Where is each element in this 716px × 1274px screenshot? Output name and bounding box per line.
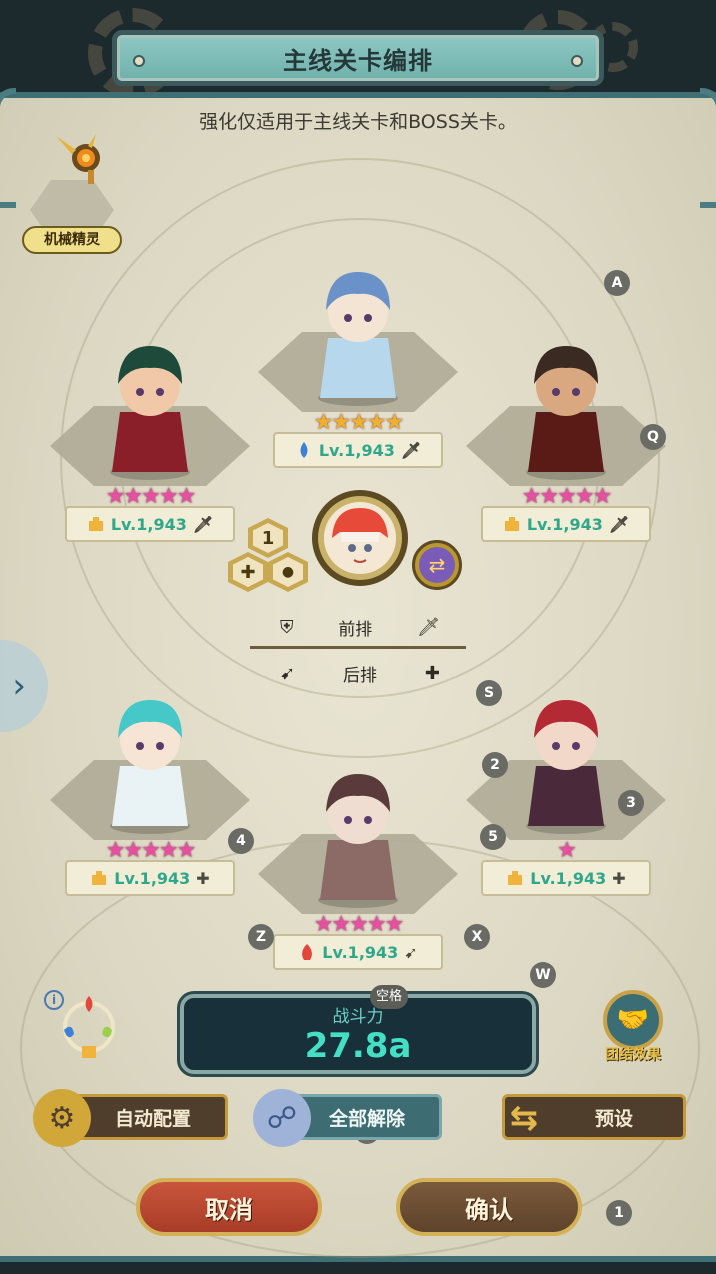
- plus-icon: ✚: [233, 557, 263, 587]
- leader-portrait[interactable]: [312, 490, 408, 586]
- earth-element-icon: [506, 869, 524, 887]
- sword-icon: 🗡: [192, 514, 214, 534]
- star-rating: ★★★★★: [105, 484, 197, 509]
- preset-button[interactable]: ⇆ 预设: [502, 1094, 686, 1140]
- confirm-button[interactable]: 确认: [396, 1178, 582, 1236]
- hero-sprite: [526, 346, 606, 480]
- hero-slot-front-left[interactable]: ★★★★★ Lv.1,943 🗡: [50, 312, 250, 542]
- hero-slot-back-center[interactable]: ★★★★★ Lv.1,943 ➹: [258, 740, 458, 970]
- hero-level-bar: Lv.1,943 ➹: [273, 934, 443, 970]
- hero-slot-front-center[interactable]: ★★★★★ Lv.1,943 🗡: [258, 238, 458, 468]
- hotkey-badge: A: [604, 270, 630, 296]
- hotkey-badge: 1: [606, 1200, 632, 1226]
- hero-level: Lv.1,943: [322, 942, 399, 962]
- hotkey-badge: 2: [482, 752, 508, 778]
- earth-element-icon: [90, 869, 108, 887]
- mech-spirit[interactable]: 机械精灵: [22, 110, 122, 255]
- sword-icon: 🗡: [417, 616, 440, 638]
- hero-slot-front-right[interactable]: ★★★★★ Lv.1,943 🗡: [466, 312, 666, 542]
- hero-level: Lv.1,943: [526, 514, 603, 534]
- hotkey-badge: S: [476, 680, 502, 706]
- hotkey-badge: X: [464, 924, 490, 950]
- sword-icon: 🗡: [608, 514, 630, 534]
- bow-icon: ➹: [404, 942, 418, 962]
- hero-level: Lv.1,943: [530, 868, 607, 888]
- hero-level: Lv.1,943: [318, 440, 395, 460]
- unity-effect-label: 团结效果: [605, 1047, 661, 1063]
- hotkey-space-badge: 空格: [370, 985, 409, 1009]
- chevron-right-icon: ›: [12, 666, 26, 706]
- hotkey-badge: W: [530, 962, 556, 988]
- gear-icon: ⚙: [33, 1089, 91, 1147]
- mech-spirit-icon: [56, 134, 100, 184]
- star-rating: ★★★★★: [313, 410, 405, 435]
- formation-screen: 主线关卡编排 强化仅适用于主线关卡和BOSS关卡。 机械精灵 ★★★★★ Lv.1…: [0, 0, 716, 1274]
- hero-sprite: [526, 700, 606, 834]
- handshake-icon: 🤝: [616, 1005, 650, 1035]
- hero-level: Lv.1,943: [110, 514, 187, 534]
- leader-avatar: [324, 502, 396, 574]
- panel-frame-right: [700, 88, 716, 208]
- panel-frame-left: [0, 88, 16, 208]
- mech-spirit-label: 机械精灵: [22, 226, 122, 254]
- hero-level-bar: Lv.1,943 🗡: [273, 432, 443, 468]
- release-all-button[interactable]: ☍ 全部解除: [253, 1089, 442, 1147]
- combat-power-label: 战斗力: [332, 1007, 384, 1027]
- bow-icon: ➹: [280, 662, 296, 684]
- hero-level-bar: Lv.1,943 ✚: [481, 860, 651, 896]
- star-rating: ★★★★★: [521, 484, 613, 509]
- hero-sprite: [318, 272, 398, 406]
- plus-icon: ✚: [612, 868, 626, 888]
- chain-icon: ☍: [253, 1089, 311, 1147]
- hero-level-bar: Lv.1,943 🗡: [481, 506, 651, 542]
- star-rating: ★★★★★: [105, 838, 197, 863]
- hotkey-badge: Q: [640, 424, 666, 450]
- hotkey-badge: Z: [248, 924, 274, 950]
- star-rating: ★★★★★: [313, 912, 405, 937]
- hotkey-badge: 4: [228, 828, 254, 854]
- fire-element-icon: [298, 943, 316, 961]
- earth-element-icon: [503, 515, 521, 533]
- shield-icon: ⛨: [280, 616, 294, 638]
- swap-leader-button[interactable]: ⇄: [412, 540, 462, 590]
- page-title: 主线关卡编排: [283, 46, 433, 75]
- row-divider: [250, 646, 466, 649]
- hero-level: Lv.1,943: [114, 868, 191, 888]
- cancel-button[interactable]: 取消: [136, 1178, 322, 1236]
- plus-icon: ✚: [196, 868, 210, 888]
- hero-sprite: [318, 774, 398, 908]
- sword-icon: 🗡: [400, 440, 422, 460]
- auto-configure-button[interactable]: ⚙ 自动配置: [33, 1089, 228, 1147]
- water-element-icon: [295, 441, 313, 459]
- hero-level-bar: Lv.1,943 🗡: [65, 506, 235, 542]
- swap-icon: ⇄: [419, 547, 455, 583]
- element-wheel-icon[interactable]: [52, 990, 126, 1064]
- unity-effect-button[interactable]: 🤝 团结效果: [598, 990, 668, 1070]
- swap-arrows-icon: ⇆: [509, 1098, 539, 1138]
- combat-power-value: 27.8a: [304, 1026, 412, 1066]
- hero-level-bar: Lv.1,943 ✚: [65, 860, 235, 896]
- orb-icon: ●: [273, 557, 303, 587]
- front-row-label: ⛨ 前排 🗡: [280, 616, 440, 640]
- title-banner: 主线关卡编排: [112, 30, 604, 86]
- combat-power-display: 战斗力 27.8a: [180, 994, 536, 1074]
- hero-sprite: [110, 700, 190, 834]
- hero-slot-back-left[interactable]: ★★★★★ Lv.1,943 ✚: [50, 666, 250, 896]
- earth-element-icon: [87, 515, 105, 533]
- hotkey-badge: 5: [480, 824, 506, 850]
- hero-sprite: [110, 346, 190, 480]
- hotkey-badge: 3: [618, 790, 644, 816]
- plus-icon: ✚: [424, 662, 440, 684]
- back-row-label: ➹ 后排 ✚: [280, 662, 440, 686]
